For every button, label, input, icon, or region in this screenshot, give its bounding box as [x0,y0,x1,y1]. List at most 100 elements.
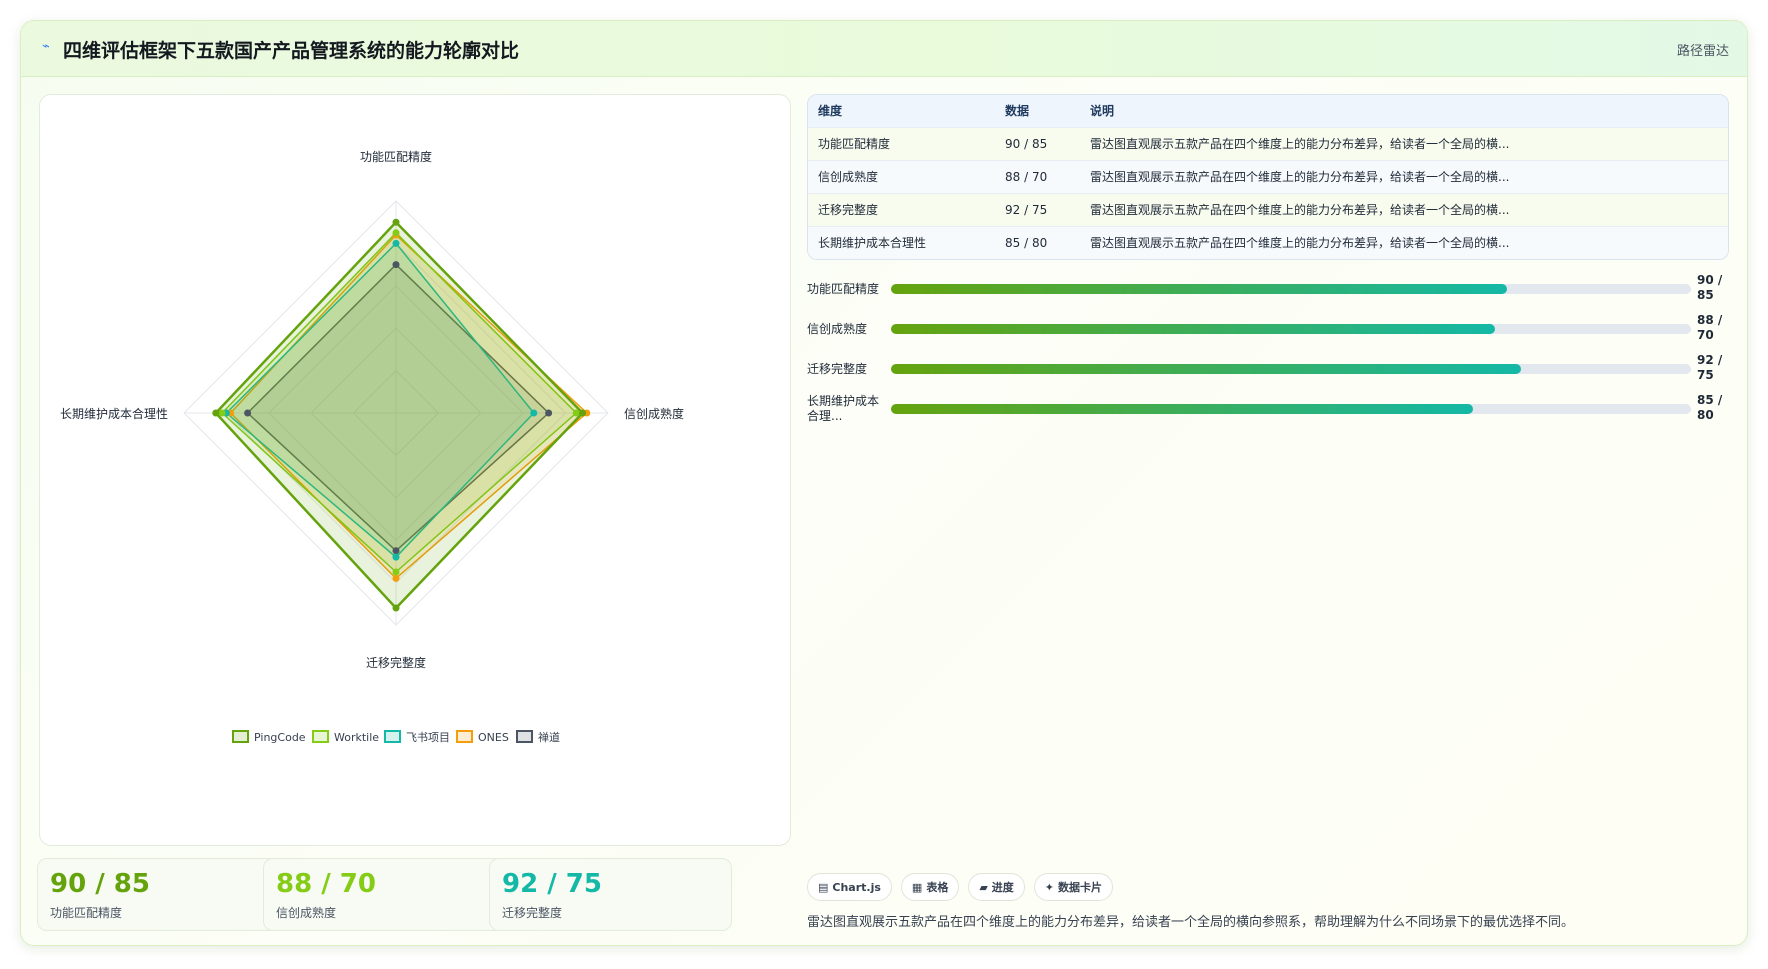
radar-data-point [392,218,400,226]
table-row: 长期维护成本合理性 85 / 80 雷达图直观展示五款产品在四个维度上的能力分布… [808,225,1728,259]
radar-data-point [392,553,400,561]
radar-data-point [392,604,400,612]
dashboard-card: ⌁ 四维评估框架下五款国产产品管理系统的能力轮廓对比 路径雷达 功能匹配精度 信创… [20,20,1748,946]
progress-icon: ▰ [979,880,988,894]
radar-axis-label: 迁移完整度 [366,655,426,670]
radar-data-point [572,409,580,417]
chip-label: 进度 [991,881,1014,894]
progress-track [891,404,1691,414]
progress-label: 长期维护成本合理... [807,394,880,423]
legend-label: 禅道 [538,730,560,744]
progress-row: 迁移完整度 92 / 75 [807,349,1729,389]
radar-data-point [218,409,226,417]
progress-label: 信创成熟度 [807,321,868,336]
legend-label: Worktile [334,731,379,744]
radar-axis-label: 长期维护成本合理性 [60,406,168,421]
progress-track [891,284,1691,294]
table-cell: 90 / 85 [995,126,1080,160]
legend-label: ONES [478,731,509,744]
radar-data-point [392,261,400,269]
chip-label: 数据卡片 [1058,881,1103,894]
progress-fill [891,364,1521,374]
radar-axis-label: 功能匹配精度 [360,149,432,164]
pulse-icon: ⌁ [42,39,50,54]
radar-data-point [212,409,220,417]
table-cell: 迁移完整度 [808,192,995,226]
table-cell: 85 / 80 [995,225,1080,259]
chip-data-card[interactable]: ✦ 数据卡片 [1033,873,1114,901]
table-cell: 88 / 70 [995,159,1080,193]
table-row: 迁移完整度 92 / 75 雷达图直观展示五款产品在四个维度上的能力分布差异，给… [808,192,1728,226]
page-title: 四维评估框架下五款国产产品管理系统的能力轮廓对比 [63,40,520,62]
header-bar: ⌁ 四维评估框架下五款国产产品管理系统的能力轮廓对比 路径雷达 [21,21,1747,77]
table-row: 信创成熟度 88 / 70 雷达图直观展示五款产品在四个维度上的能力分布差异，给… [808,159,1728,193]
progress-fill [891,324,1495,334]
progress-row: 长期维护成本合理... 85 / 80 [807,389,1729,429]
legend-label: PingCode [254,731,306,744]
stat-value: 90 / 85 [50,869,150,899]
progress-value: 92 / 75 [1697,353,1723,382]
card-icon: ✦ [1044,880,1055,894]
progress-track [891,324,1691,334]
radar-data-point [244,409,252,417]
chip-table[interactable]: ▦ 表格 [900,873,960,901]
table-header-description: 说明 [1080,95,1728,127]
progress-list: 功能匹配精度 90 / 85 信创成熟度 88 / 70 迁移完整度 92 / … [807,269,1729,429]
stat-card-2: 88 / 70 信创成熟度 [263,858,506,931]
stat-card-3: 92 / 75 迁移完整度 [489,858,732,931]
radar-data-point [392,574,400,582]
stat-label: 信创成熟度 [276,906,337,920]
table-header-dimension: 维度 [808,95,995,127]
chip-chartjs[interactable]: ▤ Chart.js [807,873,892,901]
radar-data-point [392,547,400,555]
legend-label: 飞书项目 [406,731,450,744]
chip-label: Chart.js [832,880,881,894]
progress-value: 85 / 80 [1697,393,1723,422]
table-cell: 雷达图直观展示五款产品在四个维度上的能力分布差异，给读者一个全局的横... [1080,192,1728,226]
stat-value: 92 / 75 [502,869,602,899]
stat-label: 功能匹配精度 [50,906,123,920]
legend-swatch [312,730,329,743]
radar-data-point [392,568,400,576]
legend-swatch [456,730,473,743]
radar-data-point [545,409,553,417]
table-cell: 信创成熟度 [808,159,995,193]
stat-label: 迁移完整度 [502,906,563,920]
legend-swatch [232,730,249,743]
table-cell: 雷达图直观展示五款产品在四个维度上的能力分布差异，给读者一个全局的横... [1080,225,1728,259]
radar-data-point [392,229,400,237]
progress-label: 功能匹配精度 [807,281,880,296]
feature-chips: ▤ Chart.js ▦ 表格 ▰ 进度 ✦ 数据卡片 [807,873,1114,901]
table-cell: 雷达图直观展示五款产品在四个维度上的能力分布差异，给读者一个全局的横... [1080,159,1728,193]
radar-axis-label: 信创成熟度 [624,406,684,421]
stat-value: 88 / 70 [276,869,376,899]
progress-row: 功能匹配精度 90 / 85 [807,269,1729,309]
progress-value: 90 / 85 [1697,273,1723,302]
radar-chart-panel: 功能匹配精度信创成熟度迁移完整度 长期维护成本合理性 PingCode Worktil… [39,94,791,846]
radar-data-point [392,239,400,247]
legend-swatch [516,730,533,743]
table-row: 功能匹配精度 90 / 85 雷达图直观展示五款产品在四个维度上的能力分布差异，… [808,126,1728,160]
progress-track [891,364,1691,374]
legend-swatch [384,730,401,743]
radar-data-point [530,409,538,417]
chart-type-tag: 路径雷达 [1676,44,1729,59]
chart-icon: ▤ [818,880,829,894]
radar-chart: 功能匹配精度信创成熟度迁移完整度 长期维护成本合理性 PingCode Worktil… [60,149,684,744]
table-cell: 92 / 75 [995,192,1080,226]
progress-row: 信创成熟度 88 / 70 [807,309,1729,349]
table-cell: 雷达图直观展示五款产品在四个维度上的能力分布差异，给读者一个全局的横... [1080,126,1728,160]
progress-label: 迁移完整度 [807,361,868,376]
table-cell: 长期维护成本合理性 [808,225,995,259]
chart-note: 雷达图直观展示五款产品在四个维度上的能力分布差异，给读者一个全局的横向参照系，帮… [807,915,1575,930]
table-icon: ▦ [911,880,923,894]
progress-fill [891,284,1507,294]
table-header-row: 维度 数据 说明 [808,95,1728,127]
progress-fill [891,404,1474,414]
table-header-data: 数据 [995,95,1080,127]
stat-card-1: 90 / 85 功能匹配精度 [37,858,280,931]
chip-progress[interactable]: ▰ 进度 [968,873,1025,901]
table-cell: 功能匹配精度 [808,126,995,160]
data-table: 维度 数据 说明 功能匹配精度 90 / 85 雷达图直观展示五款产品在四个维度… [807,94,1729,260]
progress-value: 88 / 70 [1697,313,1723,342]
